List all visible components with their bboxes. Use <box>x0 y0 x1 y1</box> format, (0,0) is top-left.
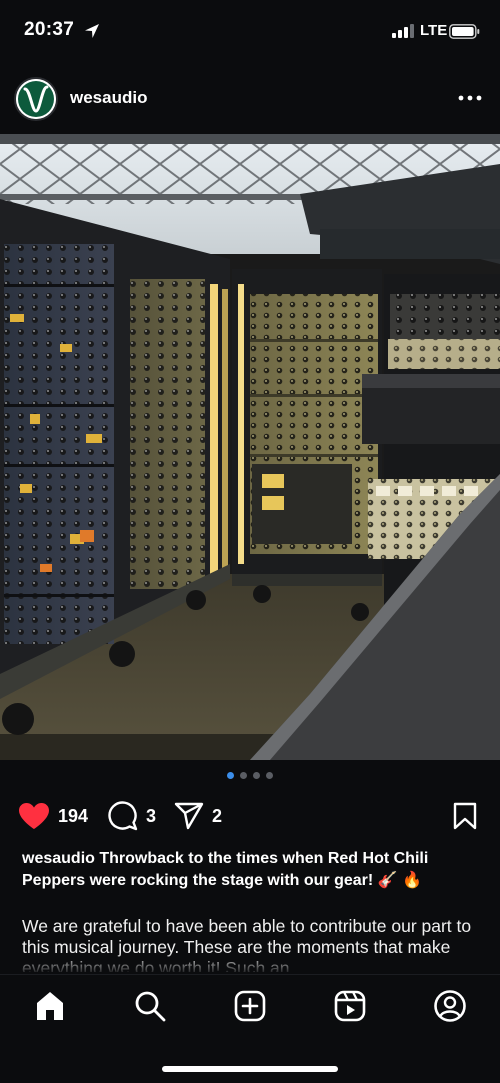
carousel-dot <box>266 772 273 779</box>
caption-fade <box>0 952 500 974</box>
carrier-label: LTE <box>420 22 448 39</box>
rack-photo <box>0 134 500 760</box>
wesaudio-logo <box>16 79 56 119</box>
post-username[interactable]: wesaudio <box>70 88 147 108</box>
share-icon <box>174 802 204 830</box>
signal-bars-icon <box>392 24 414 38</box>
share-count: 2 <box>212 805 223 826</box>
location-arrow-icon <box>85 24 99 38</box>
share-button[interactable]: 2 <box>174 800 222 832</box>
like-count: 194 <box>58 805 89 826</box>
bookmark-icon[interactable] <box>452 802 478 830</box>
carousel-indicator <box>0 772 500 784</box>
status-time: 20:37 <box>24 19 75 40</box>
create-icon[interactable] <box>233 989 267 1023</box>
heart-icon <box>19 803 49 829</box>
like-button[interactable]: 194 <box>18 800 88 832</box>
post-header: wesaudio <box>0 62 500 134</box>
search-icon[interactable] <box>133 989 167 1023</box>
profile-icon[interactable] <box>433 989 467 1023</box>
carousel-dot-active <box>227 772 234 779</box>
home-indicator <box>162 1066 338 1072</box>
carousel-dot <box>253 772 260 779</box>
comment-button[interactable]: 3 <box>108 800 156 832</box>
avatar[interactable] <box>14 77 58 121</box>
reels-icon[interactable] <box>333 989 367 1023</box>
battery-icon <box>449 24 480 39</box>
status-bar: 20:37 LTE <box>0 0 500 60</box>
comment-count: 3 <box>146 805 157 826</box>
caption-username[interactable]: wesaudio <box>22 850 95 867</box>
post-image[interactable] <box>0 134 500 760</box>
more-options-icon[interactable] <box>458 95 482 101</box>
comment-icon <box>108 801 138 831</box>
home-icon[interactable] <box>33 989 67 1023</box>
post-caption: wesaudio Throwback to the times when Red… <box>22 848 482 892</box>
carousel-dot <box>240 772 247 779</box>
post-actions: 194 3 2 <box>0 796 500 836</box>
